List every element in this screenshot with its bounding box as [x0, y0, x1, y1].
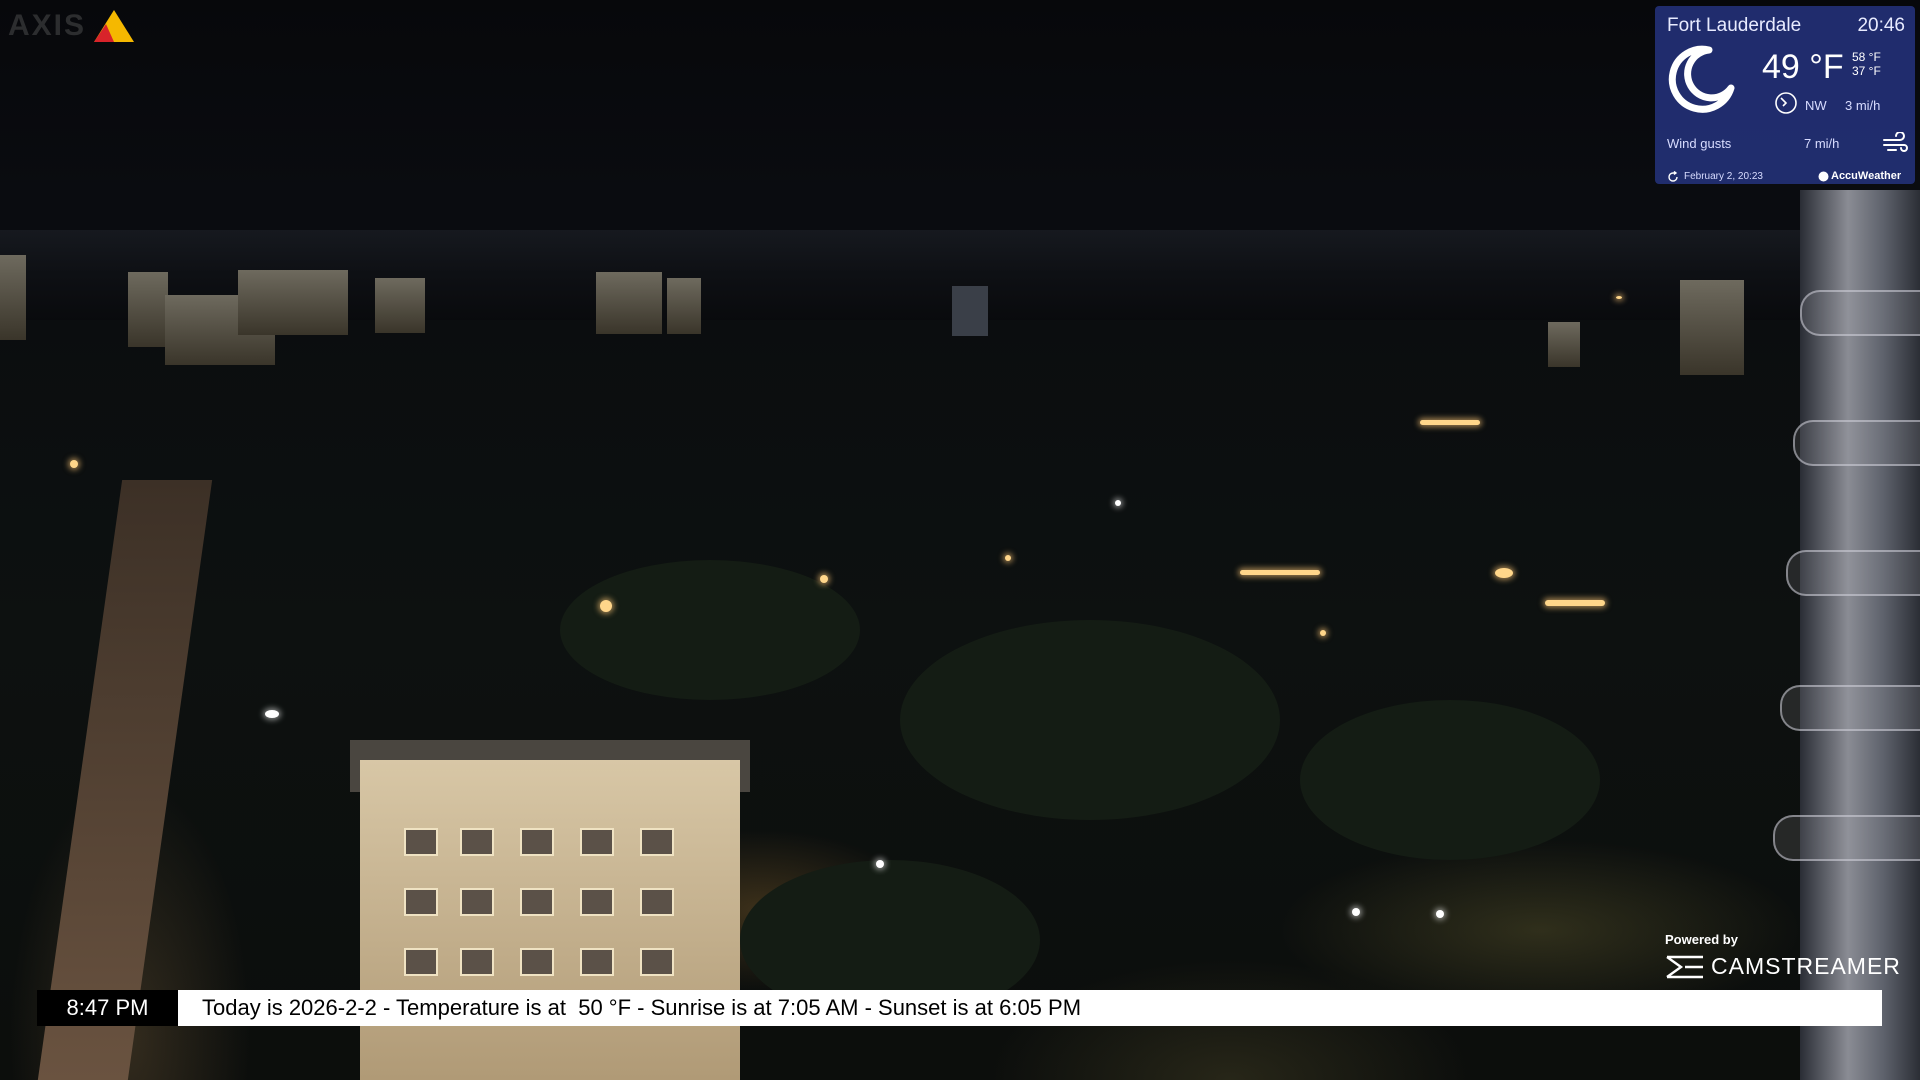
accuweather-logo: AccuWeather [1831, 170, 1902, 182]
info-ticker: 8:47 PM Today is 2026-2-2 - Temperature … [37, 990, 1882, 1026]
window [460, 888, 494, 916]
wind-gusts-label: Wind gusts [1667, 136, 1732, 151]
skyline-building [1680, 280, 1744, 375]
city-light [1005, 555, 1011, 561]
skyline-building [375, 278, 425, 333]
balcony [1780, 685, 1920, 731]
window [580, 828, 614, 856]
city-light [1115, 500, 1121, 506]
balcony [1773, 815, 1920, 861]
trees [900, 620, 1280, 820]
window [460, 828, 494, 856]
weather-time: 20:46 [1857, 15, 1905, 36]
ticker-message: Today is 2026-2-2 - Temperature is at 50… [202, 995, 1082, 1020]
camstreamer-name: CAMSTREAMER [1711, 953, 1901, 979]
city-light [1320, 630, 1326, 636]
accuweather-sun-icon [1818, 171, 1829, 182]
window [520, 948, 554, 976]
city-light [1420, 420, 1480, 425]
city-light [1545, 600, 1605, 606]
city-light [1436, 910, 1444, 918]
moon-crescent-icon [1668, 45, 1735, 113]
wind-gusts-speed: 7 mi/h [1804, 136, 1840, 151]
skyline-building [1548, 322, 1580, 367]
window [404, 828, 438, 856]
camera-feed [0, 0, 1920, 1080]
city-light [876, 860, 884, 868]
city-light [1616, 296, 1622, 299]
weather-temperature: 49 °F [1762, 48, 1844, 86]
window [580, 888, 614, 916]
window [404, 888, 438, 916]
balcony [1800, 290, 1920, 336]
trees [1300, 700, 1600, 860]
weather-low: 37 °F [1852, 64, 1881, 78]
skyline-building [952, 286, 988, 336]
skyline-building [238, 270, 348, 335]
camstreamer-badge: Powered by CAMSTREAMER [1665, 932, 1901, 980]
window [580, 948, 614, 976]
city-light [265, 710, 279, 718]
refresh-icon [1668, 171, 1678, 182]
wind-speed: 3 mi/h [1845, 98, 1881, 113]
weather-widget: Fort Lauderdale 20:46 49 °F 58 °F 37 °F … [1655, 6, 1915, 184]
window [460, 948, 494, 976]
axis-triangle-icon [94, 10, 135, 42]
axis-logo-text: AXIS [8, 9, 87, 42]
apartment-building [360, 760, 740, 1080]
skyline-building [667, 278, 701, 334]
window [640, 948, 674, 976]
trees [560, 560, 860, 700]
axis-logo: AXIS [8, 8, 136, 44]
window [640, 888, 674, 916]
weather-high: 58 °F [1852, 50, 1881, 64]
skyline-building [596, 272, 662, 334]
city-light [600, 600, 612, 612]
wind-direction-icon [1775, 92, 1797, 114]
city-light [1352, 908, 1360, 916]
balcony [1786, 550, 1920, 596]
city-light [70, 460, 78, 468]
powered-by-label: Powered by [1665, 932, 1738, 947]
window [520, 888, 554, 916]
skyline-building [0, 255, 26, 340]
city-light [1240, 570, 1320, 575]
ticker-clock: 8:47 PM [37, 990, 178, 1026]
city-light [1495, 568, 1513, 578]
balcony [1793, 420, 1920, 466]
weather-location: Fort Lauderdale [1667, 15, 1802, 36]
camstreamer-icon [1666, 955, 1703, 978]
weather-updated: February 2, 20:23 [1684, 171, 1763, 182]
window [520, 828, 554, 856]
window [640, 828, 674, 856]
wind-gusts-icon [1883, 132, 1908, 152]
window [404, 948, 438, 976]
skyline-building [128, 272, 168, 347]
city-light [820, 575, 828, 583]
wind-direction: NW [1805, 98, 1827, 113]
